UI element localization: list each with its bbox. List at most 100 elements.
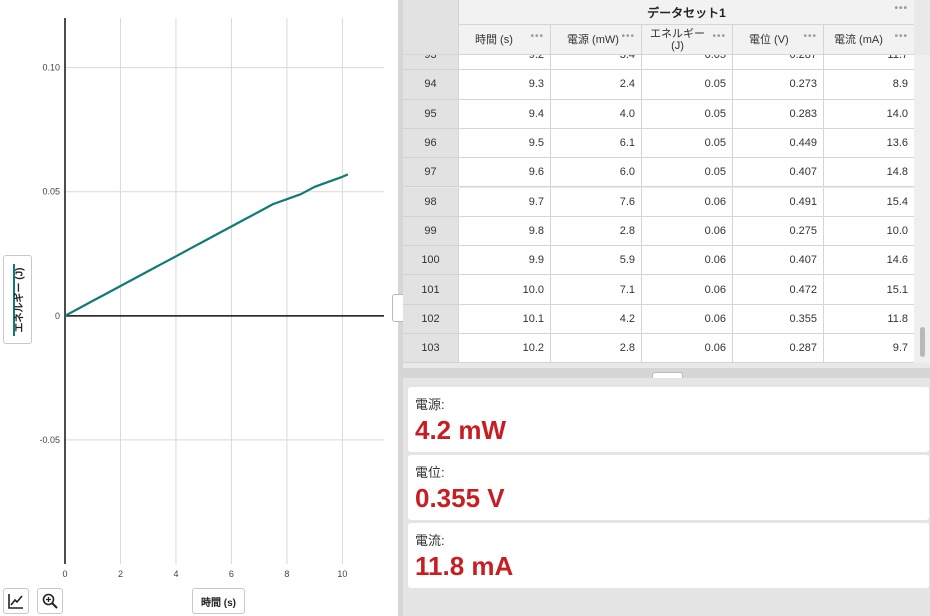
table-cell[interactable]: 9.8 bbox=[458, 216, 550, 247]
graph-tools-button[interactable] bbox=[3, 588, 29, 614]
table-row[interactable]: 99 9.8 2.8 0.06 0.275 10.0 bbox=[403, 216, 914, 247]
table-cell[interactable]: 4.2 bbox=[550, 304, 641, 334]
meter-voltage[interactable]: 電位: 0.355 V bbox=[408, 455, 929, 520]
table-cell[interactable]: 2.4 bbox=[550, 70, 641, 100]
column-header-label: 時間 (s) bbox=[475, 33, 513, 46]
table-row[interactable]: 100 9.9 5.9 0.06 0.407 14.6 bbox=[403, 246, 914, 276]
meter-power[interactable]: 電源: 4.2 mW bbox=[408, 387, 929, 452]
table-row[interactable]: 93 9.2 3.4 0.05 0.287 11.7 bbox=[403, 55, 914, 71]
dataset-header[interactable]: データセット1 ••• bbox=[458, 0, 914, 25]
table-cell[interactable]: 9.3 bbox=[458, 70, 550, 100]
table-cell[interactable]: 0.06 bbox=[641, 304, 732, 334]
table-cell[interactable]: 7.1 bbox=[550, 275, 641, 305]
table-cell[interactable]: 9.4 bbox=[458, 99, 550, 129]
table-cell[interactable]: 5.9 bbox=[550, 246, 641, 276]
table-cell[interactable]: 13.6 bbox=[823, 128, 914, 159]
x-tick-label: 10 bbox=[337, 569, 347, 579]
table-cell[interactable]: 2.8 bbox=[550, 334, 641, 363]
table-cell[interactable]: 6.1 bbox=[550, 128, 641, 159]
table-scrollbar[interactable] bbox=[914, 55, 930, 363]
table-cell[interactable]: 9.7 bbox=[823, 334, 914, 363]
table-row[interactable]: 98 9.7 7.6 0.06 0.491 15.4 bbox=[403, 187, 914, 217]
zoom-button[interactable] bbox=[37, 588, 63, 614]
table-cell[interactable]: 0.273 bbox=[732, 70, 823, 100]
table-cell[interactable]: 0.05 bbox=[641, 55, 732, 71]
column-header-voltage[interactable]: 電位 (V) ••• bbox=[732, 25, 823, 55]
table-cell[interactable]: 14.0 bbox=[823, 99, 914, 129]
table-cell[interactable]: 2.8 bbox=[550, 216, 641, 247]
meter-value: 0.355 V bbox=[415, 483, 505, 513]
table-cell[interactable]: 6.0 bbox=[550, 158, 641, 188]
column-menu-icon[interactable]: ••• bbox=[894, 31, 908, 42]
table-row[interactable]: 101 10.0 7.1 0.06 0.472 15.1 bbox=[403, 275, 914, 305]
table-cell[interactable]: 9.5 bbox=[458, 128, 550, 159]
column-menu-icon[interactable]: ••• bbox=[621, 31, 635, 42]
table-cell[interactable]: 3.4 bbox=[550, 55, 641, 71]
table-cell[interactable]: 0.287 bbox=[732, 334, 823, 363]
table-cell[interactable]: 14.6 bbox=[823, 246, 914, 276]
table-cell[interactable]: 0.05 bbox=[641, 99, 732, 129]
table-cell[interactable]: 0.06 bbox=[641, 334, 732, 363]
table-cell[interactable]: 10.1 bbox=[458, 304, 550, 334]
x-axis-label-button[interactable]: 時間 (s) bbox=[192, 588, 245, 614]
table-cell[interactable]: 7.6 bbox=[550, 187, 641, 217]
table-cell[interactable]: 0.407 bbox=[732, 246, 823, 276]
table-cell[interactable]: 10.0 bbox=[823, 216, 914, 247]
row-number: 103 bbox=[403, 334, 458, 363]
table-cell[interactable]: 9.6 bbox=[458, 158, 550, 188]
table-cell[interactable]: 10.2 bbox=[458, 334, 550, 363]
row-number: 99 bbox=[403, 216, 458, 247]
column-menu-icon[interactable]: ••• bbox=[712, 31, 726, 42]
table-cell[interactable]: 0.355 bbox=[732, 304, 823, 334]
table-cell[interactable]: 14.8 bbox=[823, 158, 914, 188]
table-cell[interactable]: 0.275 bbox=[732, 216, 823, 247]
dataset-menu-icon[interactable]: ••• bbox=[894, 3, 908, 14]
table-row[interactable]: 102 10.1 4.2 0.06 0.355 11.8 bbox=[403, 304, 914, 334]
table-row[interactable]: 103 10.2 2.8 0.06 0.287 9.7 bbox=[403, 334, 914, 363]
table-cell[interactable]: 0.407 bbox=[732, 158, 823, 188]
column-header-current[interactable]: 電流 (mA) ••• bbox=[823, 25, 914, 55]
table-cell[interactable]: 15.1 bbox=[823, 275, 914, 305]
table-cell[interactable]: 0.05 bbox=[641, 158, 732, 188]
table-cell[interactable]: 11.8 bbox=[823, 304, 914, 334]
table-row[interactable]: 96 9.5 6.1 0.05 0.449 13.6 bbox=[403, 128, 914, 159]
table-cell[interactable]: 0.05 bbox=[641, 128, 732, 159]
column-header-label: 電流 (mA) bbox=[834, 33, 883, 46]
table-cell[interactable]: 9.9 bbox=[458, 246, 550, 276]
y-tick-label: 0.05 bbox=[42, 187, 60, 197]
energy-time-graph[interactable]: 0 2 4 6 8 10 0.10 0.05 0 -0.05 bbox=[0, 0, 398, 616]
row-number: 93 bbox=[403, 55, 458, 71]
table-cell[interactable]: 9.2 bbox=[458, 55, 550, 71]
table-body[interactable]: 93 9.2 3.4 0.05 0.287 11.7 94 9.3 2.4 0.05 0.273 8.… bbox=[403, 55, 914, 363]
table-cell[interactable]: 0.06 bbox=[641, 246, 732, 276]
table-cell[interactable]: 15.4 bbox=[823, 187, 914, 217]
x-tick-label: 6 bbox=[229, 569, 234, 579]
table-scroll-thumb[interactable] bbox=[920, 327, 925, 357]
table-cell[interactable]: 0.491 bbox=[732, 187, 823, 217]
table-row[interactable]: 97 9.6 6.0 0.05 0.407 14.8 bbox=[403, 158, 914, 188]
table-cell[interactable]: 10.0 bbox=[458, 275, 550, 305]
y-axis-label-button[interactable]: エネルギー (J) bbox=[3, 255, 32, 344]
meter-current[interactable]: 電流: 11.8 mA bbox=[408, 523, 929, 588]
table-cell[interactable]: 11.7 bbox=[823, 55, 914, 71]
column-menu-icon[interactable]: ••• bbox=[803, 31, 817, 42]
data-table[interactable]: データセット1 ••• 時間 (s) ••• 電源 (mW) ••• エネルギー… bbox=[403, 0, 930, 368]
table-cell[interactable]: 0.06 bbox=[641, 275, 732, 305]
table-cell[interactable]: 0.472 bbox=[732, 275, 823, 305]
column-header-energy[interactable]: エネルギー (J) ••• bbox=[641, 25, 732, 55]
column-header-power[interactable]: 電源 (mW) ••• bbox=[550, 25, 641, 55]
table-cell[interactable]: 0.449 bbox=[732, 128, 823, 159]
table-cell[interactable]: 4.0 bbox=[550, 99, 641, 129]
graph-pane[interactable]: 0 2 4 6 8 10 0.10 0.05 0 -0.05 エネルギー (J) 時間 (s) bbox=[0, 0, 398, 616]
table-cell[interactable]: 0.287 bbox=[732, 55, 823, 71]
table-cell[interactable]: 9.7 bbox=[458, 187, 550, 217]
table-cell[interactable]: 0.283 bbox=[732, 99, 823, 129]
table-row[interactable]: 95 9.4 4.0 0.05 0.283 14.0 bbox=[403, 99, 914, 129]
table-cell[interactable]: 0.06 bbox=[641, 187, 732, 217]
table-cell[interactable]: 8.9 bbox=[823, 70, 914, 100]
table-cell[interactable]: 0.06 bbox=[641, 216, 732, 247]
column-menu-icon[interactable]: ••• bbox=[530, 31, 544, 42]
column-header-time[interactable]: 時間 (s) ••• bbox=[458, 25, 550, 55]
table-row[interactable]: 94 9.3 2.4 0.05 0.273 8.9 bbox=[403, 70, 914, 100]
table-cell[interactable]: 0.05 bbox=[641, 70, 732, 100]
